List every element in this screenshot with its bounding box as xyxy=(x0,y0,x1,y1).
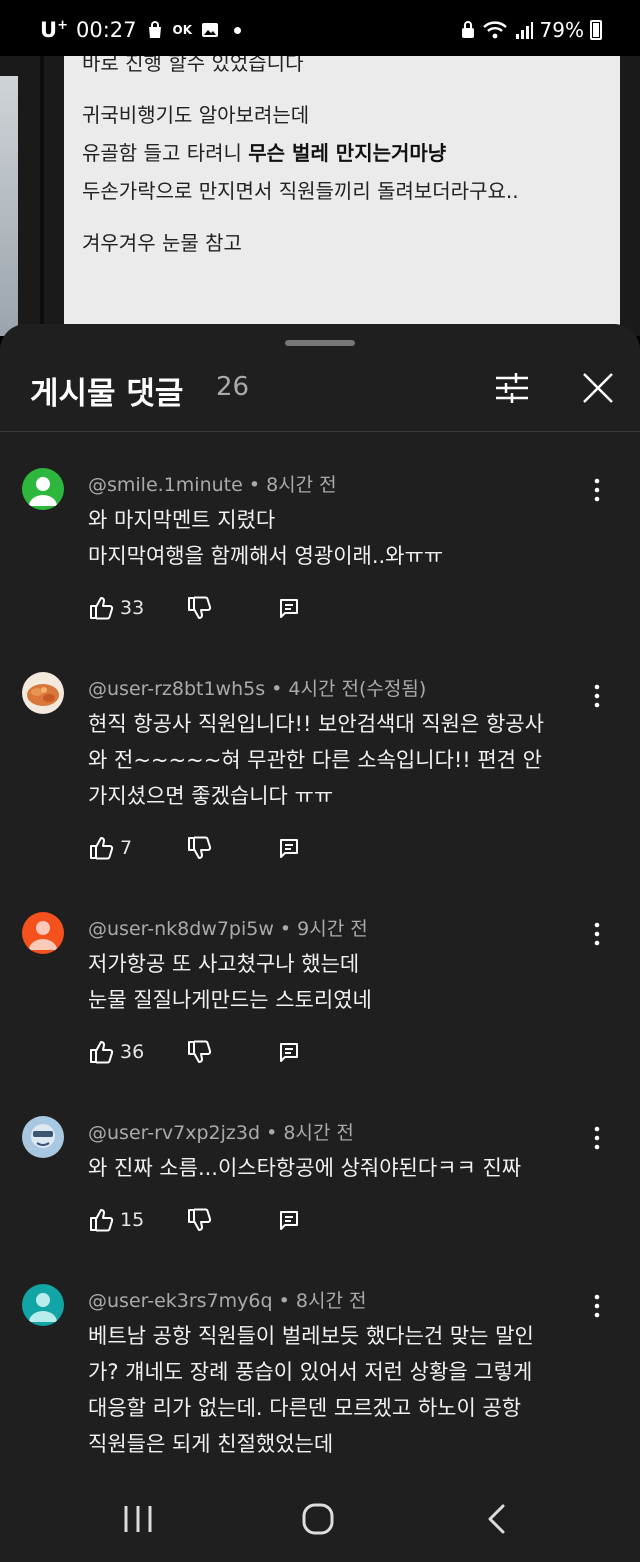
home-icon[interactable] xyxy=(298,1502,338,1536)
comment-text: 현직 항공사 직원입니다!! 보안검색대 직원은 항공사 와 전~~~~~혀 무… xyxy=(88,712,544,808)
comment-meta: @user-rz8bt1wh5s • 4시간 전(수정됨) xyxy=(88,678,427,700)
thumbs-down-icon xyxy=(188,1208,212,1231)
like-button[interactable]: 33 xyxy=(88,595,186,621)
ok-cashbag-icon: OK xyxy=(172,23,193,37)
post-divider xyxy=(40,56,44,336)
post-line: 유골함 들고 타려니 무슨 벌레 만지는거마냥 xyxy=(82,141,447,165)
food-photo-avatar-icon xyxy=(22,672,64,714)
avatar[interactable] xyxy=(22,912,64,954)
default-avatar-icon xyxy=(22,1284,64,1326)
like-button[interactable]: 7 xyxy=(88,835,186,861)
comment-actions: 7 xyxy=(88,834,308,862)
thumbs-down-icon xyxy=(188,1040,212,1063)
thumbs-down-icon xyxy=(188,836,212,859)
like-count: 36 xyxy=(120,1041,145,1063)
avatar[interactable] xyxy=(22,1284,64,1326)
status-bar: U+ 00:27 OK 79% xyxy=(0,0,640,56)
more-options-icon[interactable] xyxy=(586,476,608,504)
thumbs-down-icon xyxy=(188,596,212,619)
reply-button[interactable] xyxy=(278,597,308,619)
comment-time: 8시간 전 xyxy=(266,474,337,496)
post-line: 바로 진행 할수 있었습니다 xyxy=(82,56,304,75)
sliders-icon[interactable] xyxy=(492,368,532,408)
avatar[interactable] xyxy=(22,1116,64,1158)
clock: 00:27 xyxy=(75,18,137,42)
like-count: 15 xyxy=(120,1209,145,1231)
comment-text: 저가항공 또 사고쳤구나 했는데 눈물 질질나게만드는 스토리였네 xyxy=(88,952,372,1012)
like-count: 7 xyxy=(120,837,133,859)
background-post: 바로 진행 할수 있었습니다 귀국비행기도 알아보려는데 유골함 들고 타려니 … xyxy=(0,56,640,336)
cool-face-avatar-icon xyxy=(22,1116,64,1158)
default-avatar-icon xyxy=(22,912,64,954)
avatar[interactable] xyxy=(22,468,64,510)
comment-meta: @user-ek3rs7my6q • 8시간 전 xyxy=(88,1290,367,1312)
more-options-icon[interactable] xyxy=(586,682,608,710)
comment-author[interactable]: @user-rz8bt1wh5s xyxy=(88,678,265,700)
like-button[interactable]: 15 xyxy=(88,1207,186,1233)
like-count: 33 xyxy=(120,597,145,619)
reply-icon xyxy=(280,1211,298,1230)
comment-actions: 33 xyxy=(88,594,308,622)
comment-time: 9시간 전 xyxy=(297,918,368,940)
post-image-text: 바로 진행 할수 있었습니다 귀국비행기도 알아보려는데 유골함 들고 타려니 … xyxy=(64,56,620,336)
battery-percent: 79% xyxy=(539,18,584,42)
reply-button[interactable] xyxy=(278,1209,308,1231)
thumbs-up-icon xyxy=(90,837,114,860)
dislike-button[interactable] xyxy=(186,1039,278,1065)
thumbs-up-icon xyxy=(90,597,114,620)
more-options-icon[interactable] xyxy=(586,1124,608,1152)
comment-text: 와 마지막멘트 지렸다 마지막여행을 함께해서 영광이래..와ㅠㅠ xyxy=(88,508,444,568)
sheet-divider xyxy=(0,431,640,432)
comment-time: 8시간 전 xyxy=(283,1122,354,1144)
notification-dot-icon xyxy=(234,26,241,34)
comment-author[interactable]: @user-nk8dw7pi5w xyxy=(88,918,274,940)
post-line: 겨우겨우 눈물 참고 xyxy=(82,231,242,255)
wifi-icon xyxy=(482,21,507,39)
comment-author[interactable]: @smile.1minute xyxy=(88,474,243,496)
comment-time: 8시간 전 xyxy=(295,1290,367,1312)
battery-icon xyxy=(590,20,602,40)
comment-text: 와 진짜 소름...이스타항공에 상줘야된다ㅋㅋ 진짜 xyxy=(88,1156,522,1180)
comment-author[interactable]: @user-ek3rs7my6q xyxy=(88,1290,273,1312)
like-button[interactable]: 36 xyxy=(88,1039,186,1065)
sheet-title: 게시물 댓글 xyxy=(30,376,184,412)
back-icon[interactable] xyxy=(478,1502,518,1536)
thumbs-up-icon xyxy=(90,1041,114,1064)
comment-meta: @smile.1minute • 8시간 전 xyxy=(88,474,337,496)
comment-actions: 36 xyxy=(88,1038,308,1066)
reply-button[interactable] xyxy=(278,837,308,859)
comment-actions: 15 xyxy=(88,1206,308,1234)
more-options-icon[interactable] xyxy=(586,920,608,948)
dislike-button[interactable] xyxy=(186,595,278,621)
comment-count: 26 xyxy=(216,372,250,402)
default-avatar-icon xyxy=(22,468,64,510)
close-icon[interactable] xyxy=(578,368,618,408)
thumbs-up-icon xyxy=(90,1209,114,1232)
dislike-button[interactable] xyxy=(186,835,278,861)
gallery-icon xyxy=(202,23,218,37)
more-options-icon[interactable] xyxy=(586,1292,608,1320)
side-thumbnail xyxy=(0,76,18,336)
recents-icon[interactable] xyxy=(118,1502,158,1536)
shopping-bag-icon xyxy=(148,21,161,38)
reply-icon xyxy=(280,599,298,618)
signal-icon xyxy=(515,22,533,39)
comment-meta: @user-nk8dw7pi5w • 9시간 전 xyxy=(88,918,368,940)
reply-icon xyxy=(280,1043,298,1062)
carrier-label: U+ xyxy=(40,18,68,42)
lock-alarm-icon xyxy=(461,21,474,38)
comment-meta: @user-rv7xp2jz3d • 8시간 전 xyxy=(88,1122,354,1144)
avatar[interactable] xyxy=(22,672,64,714)
post-line: 귀국비행기도 알아보려는데 xyxy=(82,103,310,127)
reply-button[interactable] xyxy=(278,1041,308,1063)
comment-time: 4시간 전(수정됨) xyxy=(288,678,427,700)
comment-author[interactable]: @user-rv7xp2jz3d xyxy=(88,1122,260,1144)
reply-icon xyxy=(280,839,298,858)
comment-text: 베트남 공항 직원들이 벌레보듯 했다는건 맞는 말인 가? 걔네도 장례 풍습… xyxy=(88,1324,534,1456)
comments-sheet: 게시물 댓글 26 @smile.1minute • 8시간 전 와 마지막멘트… xyxy=(0,324,640,1474)
post-line: 두손가락으로 만지면서 직원들끼리 돌려보더라구요.. xyxy=(82,179,519,203)
system-nav-bar xyxy=(0,1474,640,1562)
drag-handle[interactable] xyxy=(285,340,355,346)
dislike-button[interactable] xyxy=(186,1207,278,1233)
